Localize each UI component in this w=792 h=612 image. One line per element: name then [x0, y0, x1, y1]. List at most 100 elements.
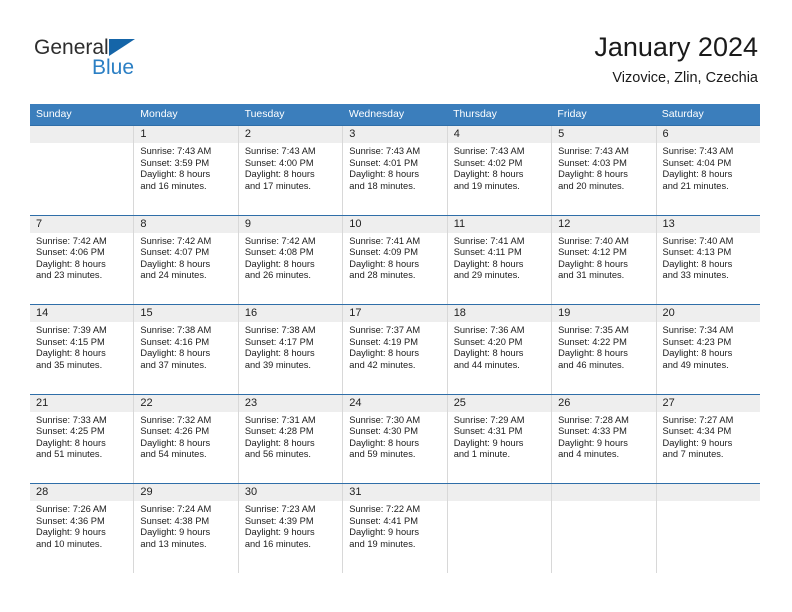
sunset-text: Sunset: 4:04 PM — [662, 157, 732, 168]
triangle-flag-icon — [109, 39, 135, 56]
day-cell[interactable] — [551, 484, 656, 573]
daylight-text-line2: and 17 minutes. — [244, 180, 311, 191]
day-cell[interactable]: 16 Sunrise: 7:38 AM Sunset: 4:17 PM Dayl… — [237, 305, 343, 394]
day-cell[interactable]: 2 Sunrise: 7:43 AM Sunset: 4:00 PM Dayli… — [237, 126, 343, 215]
sunrise-text: Sunrise: 7:22 AM — [349, 504, 421, 514]
daylight-text-line1: Daylight: 9 hours — [244, 527, 315, 538]
day-cell[interactable]: 15 Sunrise: 7:38 AM Sunset: 4:16 PM Dayl… — [133, 305, 238, 394]
daylight-text-line1: Daylight: 8 hours — [140, 258, 211, 269]
sunrise-text: Sunrise: 7:31 AM — [244, 414, 316, 425]
sunrise-text: Sunrise: 7:38 AM — [244, 325, 316, 335]
day-cell[interactable]: 30 Sunrise: 7:23 AM Sunset: 4:39 PM Dayl… — [237, 484, 343, 573]
day-details: Sunrise: 7:33 AM Sunset: 4:25 PM Dayligh… — [30, 412, 133, 461]
sunset-text: Sunset: 4:02 PM — [453, 157, 523, 168]
day-cell[interactable]: 12 Sunrise: 7:40 AM Sunset: 4:12 PM Dayl… — [551, 215, 656, 304]
sunrise-text: Sunrise: 7:32 AM — [140, 414, 212, 425]
day-number — [447, 484, 552, 501]
day-cell[interactable]: 1 Sunrise: 7:43 AM Sunset: 3:59 PM Dayli… — [133, 126, 238, 215]
day-cell[interactable]: 20 Sunrise: 7:34 AM Sunset: 4:23 PM Dayl… — [655, 305, 760, 394]
day-cell[interactable]: 31 Sunrise: 7:22 AM Sunset: 4:41 PM Dayl… — [342, 484, 447, 573]
day-details: Sunrise: 7:27 AM Sunset: 4:34 PM Dayligh… — [657, 412, 760, 461]
daylight-text-line2: and 49 minutes. — [662, 359, 729, 370]
sunrise-text: Sunrise: 7:42 AM — [36, 235, 107, 246]
day-cell[interactable]: 9 Sunrise: 7:42 AM Sunset: 4:08 PM Dayli… — [237, 215, 343, 304]
week-row: 14 Sunrise: 7:39 AM Sunset: 4:15 PM Dayl… — [30, 304, 760, 394]
sunset-text: Sunset: 4:39 PM — [244, 515, 314, 526]
day-details: Sunrise: 7:29 AM Sunset: 4:31 PM Dayligh… — [448, 412, 551, 461]
day-details — [30, 143, 133, 146]
day-cell[interactable]: 4 Sunrise: 7:43 AM Sunset: 4:02 PM Dayli… — [446, 126, 552, 215]
day-number: 6 — [656, 126, 760, 143]
daylight-text-line2: and 33 minutes. — [662, 270, 729, 281]
day-cell[interactable] — [30, 126, 134, 215]
day-number: 3 — [343, 126, 447, 143]
day-number — [552, 484, 656, 501]
day-number: 16 — [238, 305, 343, 322]
day-cell[interactable]: 11 Sunrise: 7:41 AM Sunset: 4:11 PM Dayl… — [446, 215, 552, 304]
day-cell[interactable]: 29 Sunrise: 7:24 AM Sunset: 4:38 PM Dayl… — [133, 484, 238, 573]
daylight-text-line2: and 16 minutes. — [140, 180, 207, 191]
daylight-text-line2: and 44 minutes. — [453, 359, 520, 370]
day-number: 18 — [447, 305, 552, 322]
day-details: Sunrise: 7:42 AM Sunset: 4:08 PM Dayligh… — [239, 233, 342, 282]
daylight-text-line2: and 24 minutes. — [140, 270, 207, 281]
daylight-text-line2: and 10 minutes. — [36, 538, 103, 549]
day-details: Sunrise: 7:23 AM Sunset: 4:39 PM Dayligh… — [239, 501, 342, 550]
sunset-text: Sunset: 4:17 PM — [244, 336, 314, 347]
daylight-text-line1: Daylight: 8 hours — [453, 169, 524, 180]
day-details: Sunrise: 7:30 AM Sunset: 4:30 PM Dayligh… — [343, 412, 446, 461]
weekday-header-friday: Friday — [557, 108, 587, 120]
day-number: 29 — [134, 484, 238, 501]
daylight-text-line1: Daylight: 8 hours — [36, 437, 106, 448]
day-number: 26 — [552, 394, 656, 412]
day-cell[interactable]: 14 Sunrise: 7:39 AM Sunset: 4:15 PM Dayl… — [30, 305, 134, 394]
daylight-text-line1: Daylight: 9 hours — [36, 527, 106, 538]
day-cell[interactable]: 28 Sunrise: 7:26 AM Sunset: 4:36 PM Dayl… — [30, 484, 134, 573]
day-cell[interactable]: 24 Sunrise: 7:30 AM Sunset: 4:30 PM Dayl… — [342, 394, 447, 483]
sunrise-text: Sunrise: 7:37 AM — [349, 325, 421, 335]
sunset-text: Sunset: 4:25 PM — [36, 426, 105, 437]
weekday-header-tuesday: Tuesday — [244, 108, 285, 120]
day-number: 9 — [238, 215, 343, 233]
day-number: 8 — [134, 215, 238, 233]
sunset-text: Sunset: 4:22 PM — [558, 336, 627, 347]
day-details: Sunrise: 7:28 AM Sunset: 4:33 PM Dayligh… — [552, 412, 655, 461]
day-cell[interactable]: 10 Sunrise: 7:41 AM Sunset: 4:09 PM Dayl… — [342, 215, 447, 304]
daylight-text-line2: and 21 minutes. — [662, 180, 729, 191]
calendar-page: General Blue January 2024 Vizovice, Zlin… — [0, 0, 792, 612]
daylight-text-line1: Daylight: 8 hours — [558, 169, 628, 180]
sunset-text: Sunset: 4:08 PM — [244, 247, 314, 258]
daylight-text-line1: Daylight: 8 hours — [36, 348, 106, 359]
page-title: January 2024 — [594, 32, 758, 62]
day-cell[interactable]: 21 Sunrise: 7:33 AM Sunset: 4:25 PM Dayl… — [30, 394, 134, 483]
day-cell[interactable]: 22 Sunrise: 7:32 AM Sunset: 4:26 PM Dayl… — [133, 394, 238, 483]
sunrise-text: Sunrise: 7:29 AM — [453, 414, 525, 425]
day-details — [552, 501, 655, 504]
day-cell[interactable]: 3 Sunrise: 7:43 AM Sunset: 4:01 PM Dayli… — [342, 126, 447, 215]
sunset-text: Sunset: 4:30 PM — [349, 426, 418, 437]
sunset-text: Sunset: 4:00 PM — [244, 157, 314, 168]
day-number — [30, 126, 134, 143]
day-cell[interactable]: 19 Sunrise: 7:35 AM Sunset: 4:22 PM Dayl… — [551, 305, 656, 394]
day-number: 25 — [447, 394, 552, 412]
day-cell[interactable]: 26 Sunrise: 7:28 AM Sunset: 4:33 PM Dayl… — [551, 394, 656, 483]
day-cell[interactable] — [446, 484, 552, 573]
day-number: 22 — [134, 394, 238, 412]
sunrise-text: Sunrise: 7:27 AM — [662, 414, 734, 425]
day-cell[interactable]: 23 Sunrise: 7:31 AM Sunset: 4:28 PM Dayl… — [237, 394, 343, 483]
day-cell[interactable]: 7 Sunrise: 7:42 AM Sunset: 4:06 PM Dayli… — [30, 215, 134, 304]
day-details: Sunrise: 7:32 AM Sunset: 4:26 PM Dayligh… — [134, 412, 237, 461]
day-number — [656, 484, 760, 501]
day-cell[interactable]: 25 Sunrise: 7:29 AM Sunset: 4:31 PM Dayl… — [446, 394, 552, 483]
day-cell[interactable] — [655, 484, 760, 573]
day-cell[interactable]: 18 Sunrise: 7:36 AM Sunset: 4:20 PM Dayl… — [446, 305, 552, 394]
day-cell[interactable]: 5 Sunrise: 7:43 AM Sunset: 4:03 PM Dayli… — [551, 126, 656, 215]
day-number: 19 — [552, 305, 656, 322]
day-cell[interactable]: 13 Sunrise: 7:40 AM Sunset: 4:13 PM Dayl… — [655, 215, 760, 304]
sunset-text: Sunset: 3:59 PM — [140, 157, 210, 168]
day-cell[interactable]: 8 Sunrise: 7:42 AM Sunset: 4:07 PM Dayli… — [133, 215, 238, 304]
day-cell[interactable]: 17 Sunrise: 7:37 AM Sunset: 4:19 PM Dayl… — [342, 305, 447, 394]
brand-logo[interactable]: General Blue — [34, 36, 234, 88]
day-cell[interactable]: 27 Sunrise: 7:27 AM Sunset: 4:34 PM Dayl… — [655, 394, 760, 483]
day-cell[interactable]: 6 Sunrise: 7:43 AM Sunset: 4:04 PM Dayli… — [655, 126, 760, 215]
